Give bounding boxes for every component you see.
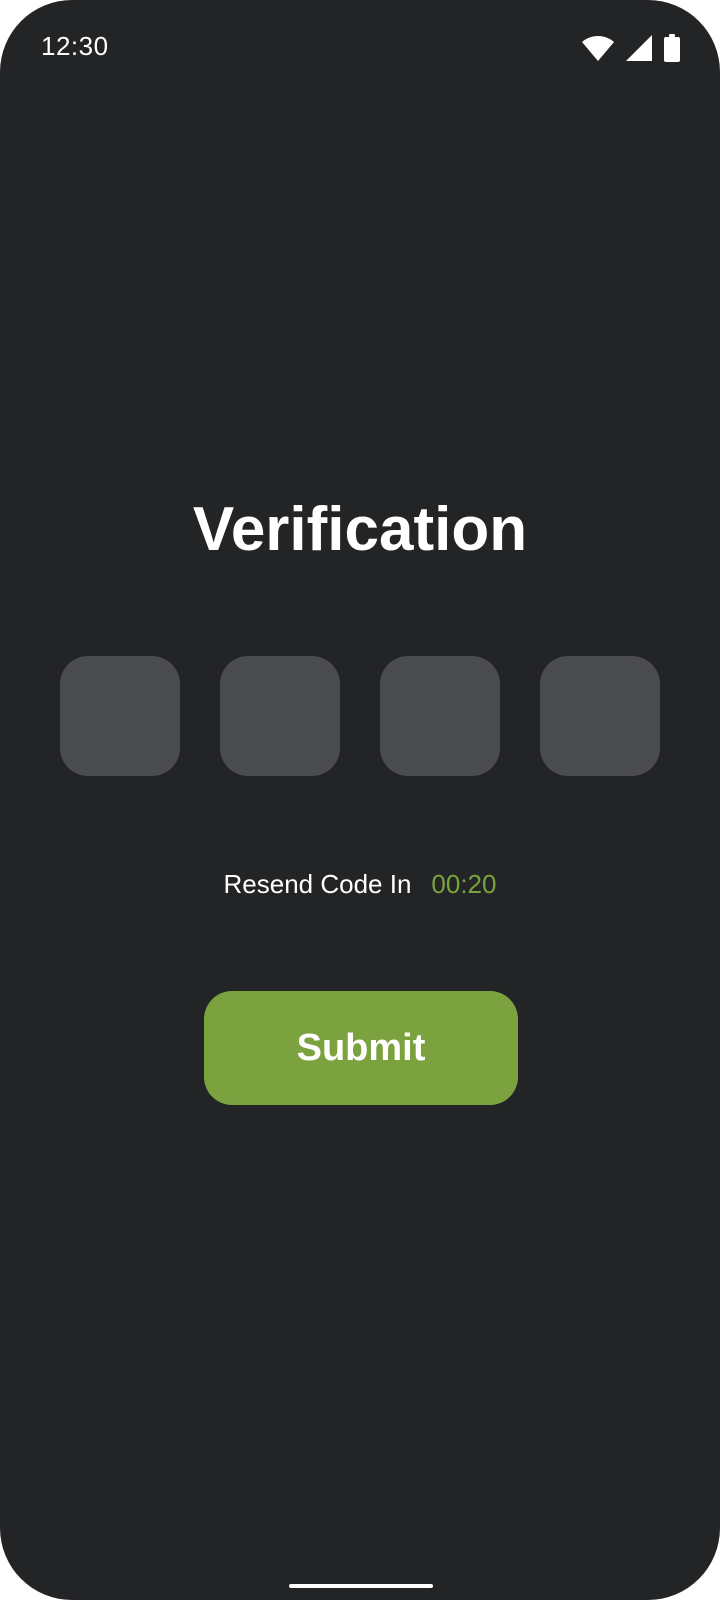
code-digit-input-2[interactable] bbox=[220, 656, 340, 776]
status-icons bbox=[582, 34, 680, 62]
phone-screen: 12:30 Verification Resend Code In 00:20 … bbox=[0, 0, 720, 1600]
resend-timer: 00:20 bbox=[431, 869, 497, 899]
code-digit-input-1[interactable] bbox=[60, 656, 180, 776]
resend-row: Resend Code In 00:20 bbox=[0, 868, 720, 900]
page-title: Verification bbox=[192, 495, 528, 564]
code-digit-input-3[interactable] bbox=[380, 656, 500, 776]
resend-label: Resend Code In bbox=[223, 869, 412, 899]
cellular-signal-icon bbox=[626, 35, 652, 61]
status-time: 12:30 bbox=[41, 31, 109, 61]
code-digit-input-4[interactable] bbox=[540, 656, 660, 776]
submit-button[interactable]: Submit bbox=[204, 991, 518, 1105]
battery-icon bbox=[664, 34, 680, 62]
home-indicator[interactable] bbox=[289, 1584, 433, 1588]
wifi-icon bbox=[582, 35, 614, 61]
status-bar: 12:30 bbox=[0, 0, 720, 96]
